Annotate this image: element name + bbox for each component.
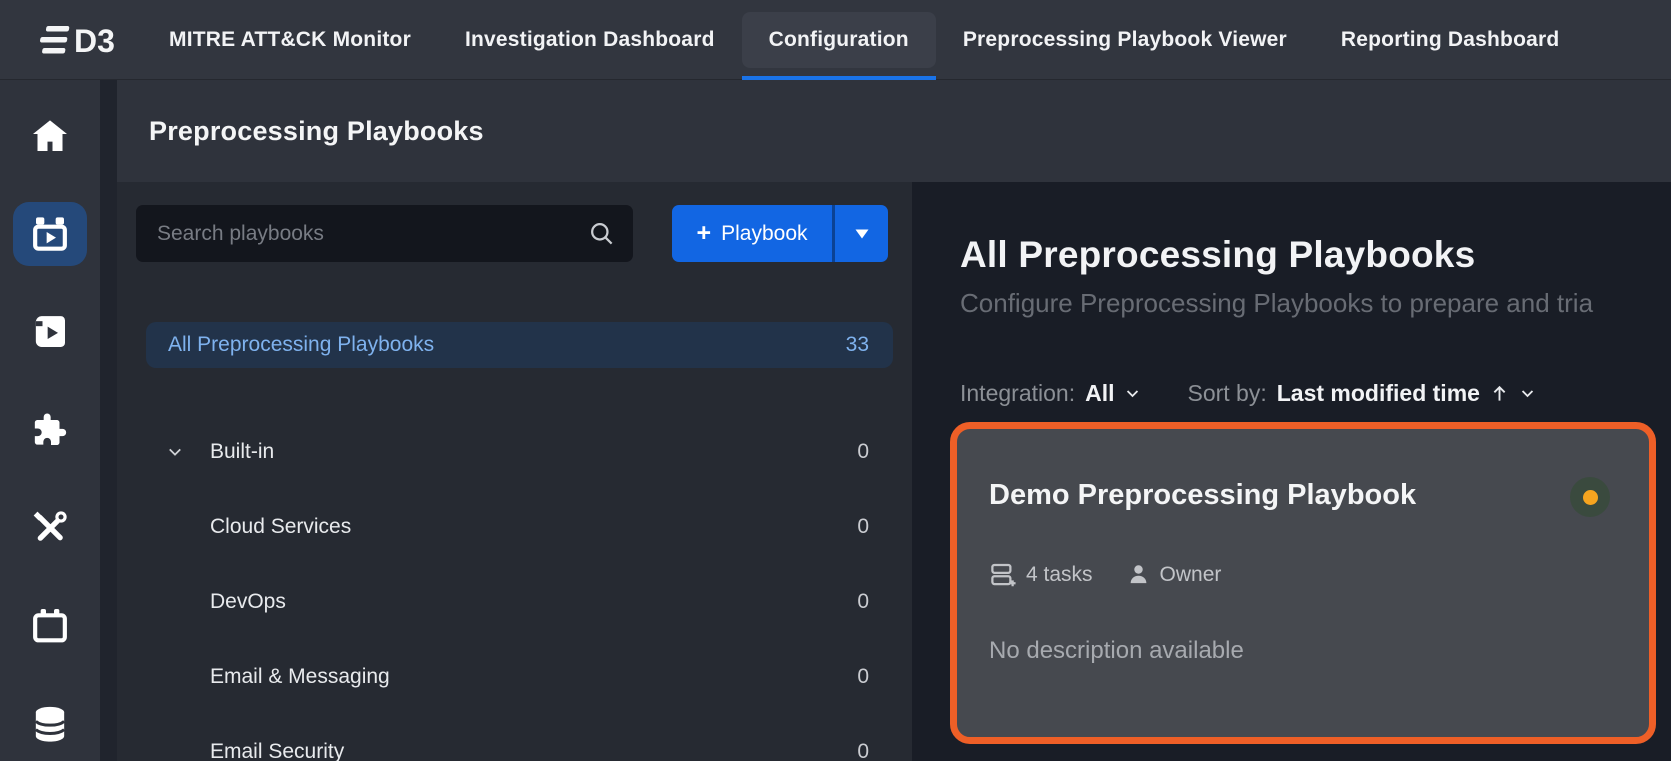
arrow-up-icon[interactable] xyxy=(1490,384,1509,403)
list-item-cloud-services[interactable]: Cloud Services 0 xyxy=(146,504,893,550)
top-nav: D3 MITRE ATT&CK Monitor Investigation Da… xyxy=(0,0,1671,80)
integration-filter[interactable]: Integration: All xyxy=(960,380,1141,407)
d3-logo-icon: D3 xyxy=(36,18,114,62)
add-playbook-label: Playbook xyxy=(721,222,807,246)
sidebar-item-preprocessing-playbooks[interactable] xyxy=(0,198,100,270)
list-item-count: 0 xyxy=(857,590,869,614)
database-icon xyxy=(30,704,70,744)
search-box xyxy=(136,205,633,262)
playbook-list-panel: + Playbook All Preprocessing Playbooks 3… xyxy=(117,182,912,761)
icon-sidebar xyxy=(0,80,100,761)
plus-icon: + xyxy=(697,221,712,246)
sort-filter-value: Last modified time xyxy=(1277,380,1480,407)
owner-label: Owner xyxy=(1160,563,1222,587)
caret-down-icon xyxy=(854,228,870,240)
tab-label: Reporting Dashboard xyxy=(1341,28,1559,52)
app-window: D3 MITRE ATT&CK Monitor Investigation Da… xyxy=(0,0,1671,761)
person-icon xyxy=(1127,563,1150,586)
list-item-count: 0 xyxy=(857,515,869,539)
list-item-label: Email & Messaging xyxy=(210,665,390,689)
chevron-down-icon[interactable] xyxy=(166,443,184,461)
list-item-all-preprocessing-playbooks[interactable]: All Preprocessing Playbooks 33 xyxy=(146,322,893,368)
tasks-count: 4 tasks xyxy=(1026,563,1093,587)
list-item-count: 0 xyxy=(857,665,869,689)
sort-filter[interactable]: Sort by: Last modified time xyxy=(1187,380,1535,407)
list-item-label: Cloud Services xyxy=(210,515,351,539)
filter-bar: Integration: All Sort by: Last modified … xyxy=(960,380,1536,407)
tools-icon xyxy=(30,508,70,548)
add-playbook-dropdown-button[interactable] xyxy=(832,205,888,262)
integration-filter-value: All xyxy=(1085,380,1114,407)
playbook-card-meta: 4 tasks Owner xyxy=(989,561,1221,588)
list-item-label: All Preprocessing Playbooks xyxy=(168,333,434,357)
calendar-icon xyxy=(30,606,70,646)
search-icon xyxy=(588,220,615,247)
sidebar-item-tools[interactable] xyxy=(0,492,100,564)
page-header: Preprocessing Playbooks xyxy=(117,80,1671,182)
list-item-count: 0 xyxy=(857,440,869,464)
list-item-devops[interactable]: DevOps 0 xyxy=(146,579,893,625)
calendar-play-icon xyxy=(30,214,70,254)
playbook-card-description: No description available xyxy=(989,637,1244,665)
list-item-built-in[interactable]: Built-in 0 xyxy=(146,429,893,475)
list-item-email-security[interactable]: Email Security 0 xyxy=(146,729,893,761)
list-item-email-messaging[interactable]: Email & Messaging 0 xyxy=(146,654,893,700)
sidebar-item-integrations[interactable] xyxy=(0,394,100,466)
page-title: Preprocessing Playbooks xyxy=(149,116,484,147)
sidebar-item-home[interactable] xyxy=(0,100,100,172)
tab-label: Investigation Dashboard xyxy=(465,28,715,52)
svg-text:D3: D3 xyxy=(74,23,114,59)
sidebar-item-data[interactable] xyxy=(0,688,100,760)
puzzle-icon xyxy=(30,410,70,450)
status-indicator xyxy=(1570,477,1610,517)
list-item-label: DevOps xyxy=(210,590,286,614)
tab-mitre-attck-monitor[interactable]: MITRE ATT&CK Monitor xyxy=(142,0,438,80)
panel-subheading: Configure Preprocessing Playbooks to pre… xyxy=(960,288,1671,319)
d3-logo: D3 xyxy=(36,18,114,62)
add-playbook-button[interactable]: + Playbook xyxy=(672,205,832,262)
tab-configuration[interactable]: Configuration xyxy=(742,0,936,80)
chevron-down-icon xyxy=(1519,385,1536,402)
playbook-card-title: Demo Preprocessing Playbook xyxy=(989,479,1416,512)
nav-tabs: MITRE ATT&CK Monitor Investigation Dashb… xyxy=(142,0,1586,80)
status-dot xyxy=(1583,490,1598,505)
home-icon xyxy=(30,116,70,156)
playbook-overview-panel: All Preprocessing Playbooks Configure Pr… xyxy=(912,182,1671,761)
tab-investigation-dashboard[interactable]: Investigation Dashboard xyxy=(438,0,742,80)
add-playbook-split-button: + Playbook xyxy=(672,205,888,262)
tab-preprocessing-playbook-viewer[interactable]: Preprocessing Playbook Viewer xyxy=(936,0,1314,80)
panel-heading: All Preprocessing Playbooks xyxy=(960,234,1475,276)
playbook-card[interactable]: Demo Preprocessing Playbook 4 tasks Owne… xyxy=(950,422,1656,744)
search-input[interactable] xyxy=(136,205,588,262)
list-item-count: 33 xyxy=(846,333,869,357)
sidebar-item-calendar[interactable] xyxy=(0,590,100,662)
sidebar-item-playbook-library[interactable] xyxy=(0,296,100,368)
tab-label: MITRE ATT&CK Monitor xyxy=(169,28,411,52)
list-item-label: Email Security xyxy=(210,740,344,761)
tasks-icon xyxy=(989,561,1016,588)
tab-label: Configuration xyxy=(769,28,909,52)
tab-label: Preprocessing Playbook Viewer xyxy=(963,28,1287,52)
chevron-down-icon xyxy=(1124,385,1141,402)
sort-filter-label: Sort by: xyxy=(1187,380,1266,407)
list-item-count: 0 xyxy=(857,740,869,761)
tab-reporting-dashboard[interactable]: Reporting Dashboard xyxy=(1314,0,1586,80)
book-play-icon xyxy=(30,312,70,352)
integration-filter-label: Integration: xyxy=(960,380,1075,407)
list-item-label: Built-in xyxy=(210,440,274,464)
